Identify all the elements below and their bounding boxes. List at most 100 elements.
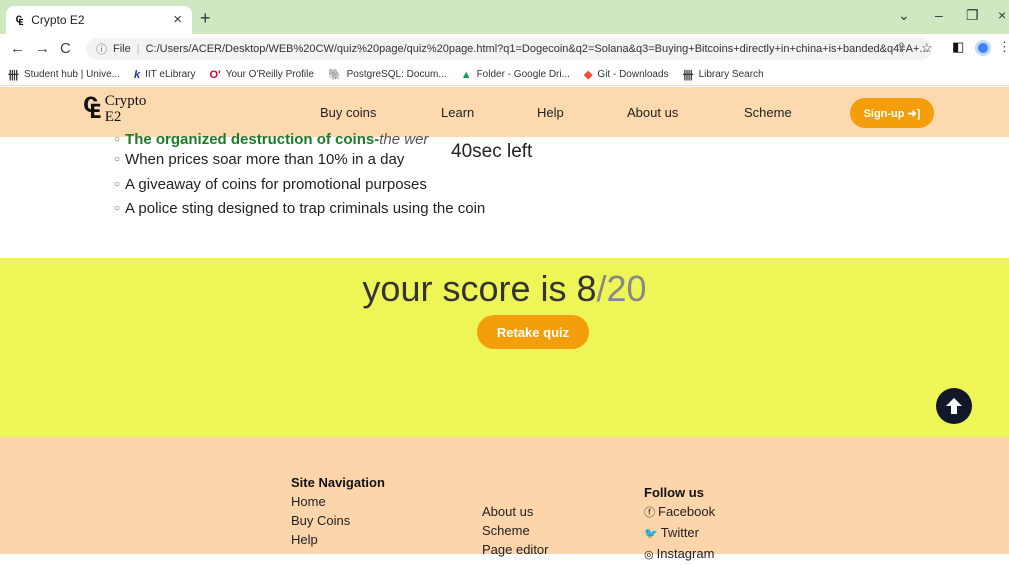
bookmark-oreilly[interactable]: O' Your O'Reilly Profile (210, 69, 314, 81)
footer-link-facebook[interactable]: ⓕ Facebook (644, 502, 715, 523)
url-separator: | (136, 43, 140, 55)
menu-icon[interactable]: ⋮ (998, 39, 1009, 55)
quiz-option[interactable]: ○ When prices soar more than 10% in a day (114, 151, 404, 168)
facebook-icon: ⓕ (644, 507, 655, 519)
footer-link-instagram[interactable]: ◎ Instagram (644, 544, 715, 565)
footer-link-home[interactable]: Home (291, 492, 385, 511)
close-tab-icon[interactable]: × (173, 11, 182, 28)
footer-link-buy-coins[interactable]: Buy Coins (291, 511, 385, 530)
bookmark-label: Your O'Reilly Profile (225, 69, 314, 80)
score-prefix: your score is (362, 268, 577, 309)
signup-button[interactable]: Sign-up ➜] (850, 98, 934, 128)
footer-link-twitter[interactable]: 🐦 Twitter (644, 523, 715, 544)
logo-line-2: E2 (104, 109, 122, 125)
radio-icon[interactable]: ○ (114, 179, 120, 190)
bookmark-git[interactable]: ◆ Git - Downloads (584, 68, 669, 81)
bookmark-label: PostgreSQL: Docum... (346, 69, 447, 80)
quiz-option[interactable]: ○ A giveaway of coins for promotional pur… (114, 176, 427, 193)
new-tab-icon[interactable]: + (200, 8, 211, 29)
k-icon: k (134, 68, 141, 81)
share-icon[interactable]: ⇪ (896, 40, 907, 56)
footer-follow-us: Follow us ⓕ Facebook 🐦 Twitter ◎ Instagram (644, 485, 715, 565)
quiz-option[interactable]: ○ A police sting designed to trap crimina… (114, 200, 485, 217)
bookmark-label: IIT eLibrary (145, 69, 196, 80)
bookmark-postgresql[interactable]: 🐘 PostgreSQL: Docum... (328, 68, 447, 81)
quiz-options: ○ The organized destruction of coins-the … (0, 131, 1009, 258)
radio-icon[interactable]: ○ (114, 154, 120, 165)
bookmark-library-search[interactable]: 卌 Library Search (683, 67, 764, 83)
site-logo[interactable]: ₠ Crypto E2 (84, 93, 146, 125)
footer-link-about-us[interactable]: About us (482, 502, 549, 521)
url-input[interactable]: ⓘ File | C:/Users/ACER/Desktop/WEB%20CW/… (86, 38, 932, 60)
nav-buy-coins[interactable]: Buy coins (320, 105, 376, 120)
arrow-up-icon (946, 398, 962, 414)
address-bar-row: ← → C ⓘ File | C:/Users/ACER/Desktop/WEB… (0, 34, 1009, 64)
bookmark-label: Folder - Google Dri... (476, 69, 570, 80)
site-footer: Site Navigation Home Buy Coins Help Abou… (0, 437, 1009, 561)
score-value: 8 (576, 268, 597, 309)
footer-link-help[interactable]: Help (291, 530, 385, 549)
crypto-e2-logo-icon: ₠ (84, 92, 101, 125)
footer-site-navigation: Site Navigation Home Buy Coins Help (291, 475, 385, 549)
browser-tab-strip: ₠ Crypto E2 × + ⌄ – ❐ × (0, 0, 1009, 34)
scheme-label: File (113, 43, 131, 55)
twitter-icon: 🐦 (644, 528, 658, 540)
bookmark-iit-elibrary[interactable]: k IIT eLibrary (134, 69, 196, 81)
bookmark-star-icon[interactable]: ☆ (921, 40, 933, 56)
close-window-icon[interactable]: × (998, 7, 1006, 23)
library-icon: 卌 (682, 69, 694, 82)
instagram-icon: ◎ (644, 549, 654, 561)
minimize-icon[interactable]: – (935, 7, 943, 23)
score-section: your score is 8/20 Retake quiz (0, 258, 1009, 437)
bookmark-label: Library Search (698, 69, 764, 80)
oreilly-icon: O' (209, 68, 221, 81)
option-label: The organized destruction of coins- (125, 131, 380, 148)
footer-link-scheme[interactable]: Scheme (482, 521, 549, 540)
bookmark-label: Git - Downloads (597, 69, 669, 80)
library-icon: 卌 (8, 69, 19, 82)
site-header: ₠ Crypto E2 Buy coins Learn Help About u… (0, 87, 1009, 137)
bookmark-label: Student hub | Unive... (24, 69, 120, 80)
info-icon: ⓘ (96, 44, 107, 56)
radio-icon[interactable]: ○ (114, 203, 120, 214)
option-label: A giveaway of coins for promotional purp… (125, 176, 427, 193)
nav-about-us[interactable]: About us (627, 105, 678, 120)
bookmark-student-hub[interactable]: 卌 Student hub | Unive... (8, 67, 120, 83)
social-label: Twitter (660, 525, 699, 540)
git-icon: ◆ (583, 69, 593, 81)
url-text: C:/Users/ACER/Desktop/WEB%20CW/quiz%20pa… (145, 43, 929, 55)
browser-tab[interactable]: ₠ Crypto E2 × (6, 6, 192, 34)
bookmarks-bar: 卌 Student hub | Unive... k IIT eLibrary O'… (0, 64, 1009, 86)
logo-text: Crypto E2 (105, 93, 147, 125)
quiz-option-correct[interactable]: ○ The organized destruction of coins-the … (114, 131, 428, 148)
extension-icon[interactable] (975, 40, 991, 56)
option-answer-note: the wer (379, 131, 429, 148)
forward-icon[interactable]: → (35, 40, 50, 57)
option-label: When prices soar more than 10% in a day (125, 151, 405, 168)
restore-icon[interactable]: ❐ (966, 7, 979, 24)
postgres-icon: 🐘 (327, 69, 342, 81)
footer-link-page-editor[interactable]: Page editor (482, 540, 549, 559)
back-icon[interactable]: ← (10, 40, 25, 57)
nav-learn[interactable]: Learn (441, 105, 474, 120)
option-label: A police sting designed to trap criminal… (125, 200, 486, 217)
nav-help[interactable]: Help (537, 105, 564, 120)
quiz-timer: 40sec left (449, 141, 535, 163)
tab-search-icon[interactable]: ⌄ (898, 7, 910, 24)
score-total: /20 (596, 268, 647, 309)
footer-follow-heading: Follow us (644, 485, 704, 500)
footer-nav-heading: Site Navigation (291, 475, 385, 490)
retake-quiz-button[interactable]: Retake quiz (477, 315, 589, 349)
nav-scheme[interactable]: Scheme (744, 105, 792, 120)
reload-icon[interactable]: C (60, 40, 71, 57)
radio-icon[interactable]: ○ (114, 134, 120, 145)
scroll-to-top-button[interactable] (936, 388, 972, 424)
drive-icon: ▲ (460, 68, 472, 81)
bookmark-google-drive[interactable]: ▲ Folder - Google Dri... (461, 69, 570, 81)
tab-title: Crypto E2 (31, 13, 85, 27)
footer-nav-column-2: About us Scheme Page editor (482, 502, 549, 559)
logo-line-1: Crypto (104, 93, 147, 109)
side-panel-icon[interactable]: ◧ (952, 39, 964, 55)
social-label: Facebook (658, 504, 716, 519)
score-display: your score is 8/20 (0, 268, 1009, 310)
